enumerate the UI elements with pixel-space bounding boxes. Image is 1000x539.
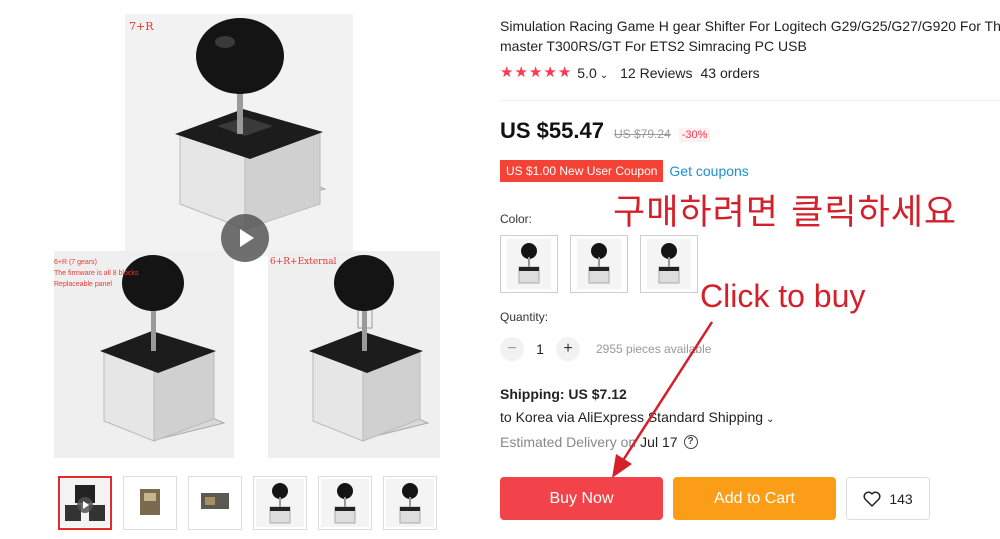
estimated-delivery: Estimated Delivery on Jul 17 ? [500, 434, 698, 450]
rating-stars: ★ ★ ★ ★ ★ [500, 65, 571, 81]
color-label: Color: [500, 212, 533, 226]
product-title: Simulation Racing Game H gear Shifter Fo… [500, 16, 1000, 56]
price-row: US $55.47 US $79.24 -30% [500, 118, 711, 144]
shipping-cost: Shipping: US $7.12 [500, 386, 627, 402]
star-icon: ★ [500, 64, 514, 81]
product-thumb-icon [126, 479, 174, 527]
shipping-method[interactable]: to Korea via AliExpress Standard Shippin… [500, 409, 774, 425]
product-thumb-icon [191, 479, 239, 527]
stock-available: 2955 pieces available [596, 342, 712, 356]
product-gallery: 7+R 6+R (7 gears) The firmware is all 8 … [0, 0, 490, 539]
buy-now-button[interactable]: Buy Now [500, 477, 663, 520]
wishlist-count: 143 [889, 490, 913, 507]
coupon-row: US $1.00 New User Coupon Get coupons [500, 160, 749, 182]
star-icon: ★ [528, 64, 543, 81]
product-thumb-icon [577, 239, 621, 289]
thumbnail-strip [58, 476, 437, 530]
title-line: Simulation Racing Game H gear Shifter Fo… [500, 18, 1000, 34]
quantity-label: Quantity: [500, 310, 549, 324]
shifter-illustration [309, 255, 430, 442]
get-coupons-link[interactable]: Get coupons [669, 163, 748, 179]
product-thumb-icon [321, 479, 369, 527]
action-buttons: Buy Now Add to Cart 143 [500, 477, 930, 520]
click-to-buy-overlay-text: Click to buy [700, 278, 866, 314]
add-to-cart-button[interactable]: Add to Cart [673, 477, 836, 520]
product-info-panel: Simulation Racing Game H gear Shifter Fo… [500, 0, 1000, 539]
reviews-link[interactable]: 12 Reviews [620, 65, 692, 81]
star-icon: ★ [543, 64, 557, 81]
thumbnail-4[interactable] [253, 476, 307, 530]
image-caption: 6+R (7 gears) The firmware is all 8 bloc… [54, 257, 138, 290]
color-option-3[interactable] [640, 235, 698, 293]
thumbnail-6[interactable] [383, 476, 437, 530]
rating-row: ★ ★ ★ ★ ★ 5.0 ⌄ 12 Reviews 43 orders [500, 65, 760, 82]
estimated-date: Jul 17 [640, 434, 678, 450]
heart-icon [863, 491, 881, 507]
color-option-2[interactable] [570, 235, 628, 293]
video-thumb-icon [61, 479, 109, 527]
image-caption: 6+R+External [270, 257, 337, 267]
play-video-button[interactable] [221, 214, 269, 262]
korean-overlay-text: 구매하려면 클릭하세요 [613, 193, 958, 233]
orders-count: 43 orders [700, 65, 760, 81]
chevron-down-icon: ⌄ [599, 70, 609, 81]
caption-line: Replaceable panel [54, 281, 112, 288]
wishlist-button[interactable]: 143 [846, 477, 930, 520]
thumbnail-5[interactable] [318, 476, 372, 530]
chevron-down-icon: ⌄ [766, 414, 775, 425]
title-line: master T300RS/GT For ETS2 Simracing PC U… [500, 38, 807, 54]
image-caption: 7+R [129, 20, 154, 33]
new-user-coupon[interactable]: US $1.00 New User Coupon [500, 160, 664, 182]
play-icon [240, 229, 254, 247]
thumbnail-3[interactable] [188, 476, 242, 530]
caption-line: The firmware is all 8 blocks [54, 270, 139, 277]
product-thumb-icon [507, 239, 551, 289]
divider [500, 100, 1000, 101]
rating-number: 5.0 [577, 65, 597, 81]
thumbnail-2[interactable] [123, 476, 177, 530]
help-icon[interactable]: ? [683, 435, 698, 449]
rating-value[interactable]: 5.0 ⌄ [577, 65, 608, 81]
thumbnail-video[interactable] [58, 476, 112, 530]
color-swatches [500, 235, 698, 293]
variant-image-external[interactable]: 6+R+External [268, 251, 440, 458]
product-thumb-icon [647, 239, 691, 289]
shipping-method-label: to Korea via AliExpress Standard Shippin… [500, 409, 764, 425]
quantity-stepper: − 1 + 2955 pieces available [500, 337, 711, 361]
color-option-1[interactable] [500, 235, 558, 293]
quantity-input[interactable]: 1 [524, 341, 556, 357]
star-icon: ★ [557, 64, 572, 81]
product-thumb-icon [256, 479, 304, 527]
increase-quantity-button[interactable]: + [556, 337, 580, 361]
current-price: US $55.47 [500, 118, 604, 143]
estimated-label: Estimated Delivery on [500, 434, 637, 450]
original-price: US $79.24 [613, 127, 671, 141]
decrease-quantity-button[interactable]: − [500, 337, 524, 361]
discount-badge: -30% [678, 128, 711, 142]
variant-image-7-gears[interactable]: 6+R (7 gears) The firmware is all 8 bloc… [54, 251, 234, 458]
product-thumb-icon [386, 479, 434, 527]
star-icon: ★ [514, 64, 528, 81]
caption-line: 6+R (7 gears) [54, 259, 97, 266]
